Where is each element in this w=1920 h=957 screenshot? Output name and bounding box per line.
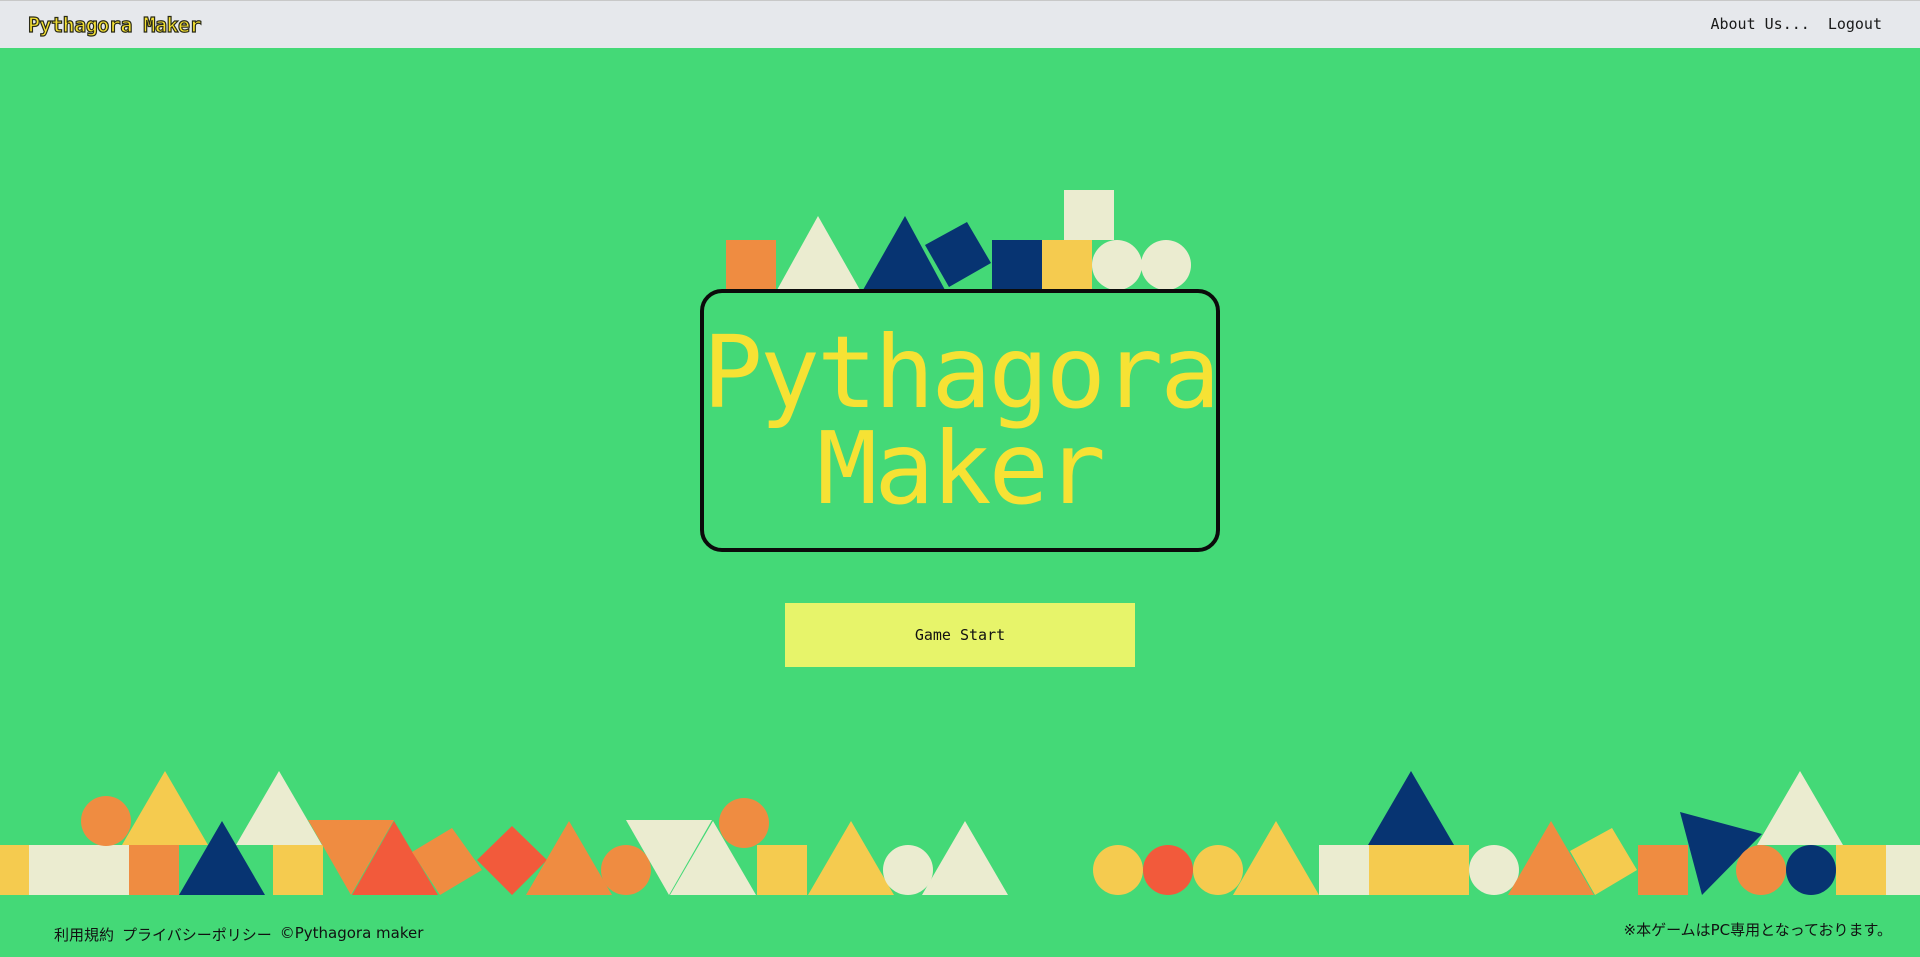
game-title-line2: Maker	[816, 409, 1106, 527]
cream-square	[1886, 845, 1920, 895]
red-diamond	[477, 826, 547, 895]
navy-triangle	[1368, 771, 1454, 845]
orange-triangle	[1508, 821, 1594, 895]
navy-tilted-square	[925, 222, 991, 287]
pc-only-notice: ※本ゲームはPC専用となっております。	[1623, 921, 1893, 939]
title-blocks	[726, 190, 1191, 290]
cream-square	[1319, 845, 1369, 895]
navy-square	[992, 240, 1042, 290]
logout-link[interactable]: Logout	[1828, 15, 1882, 33]
yellow-square	[0, 845, 29, 895]
orange-circle	[601, 845, 651, 895]
cream-triangle	[777, 216, 860, 290]
top-nav: About Us... Logout	[1710, 15, 1882, 33]
cream-triangle	[922, 821, 1008, 895]
yellow-triangle	[1233, 821, 1319, 895]
cream-triangle	[670, 821, 756, 895]
orange-square	[1638, 845, 1688, 895]
orange-circle	[719, 798, 769, 848]
navy-tilted-triangle	[1680, 812, 1762, 895]
cream-square	[79, 845, 129, 895]
cream-circle	[883, 845, 933, 895]
red-triangle	[352, 821, 438, 895]
ground-blocks-right	[1093, 771, 1920, 895]
cream-circle	[1092, 240, 1142, 290]
yellow-tilted-square	[1570, 828, 1637, 895]
navy-triangle	[863, 216, 945, 290]
cream-triangle	[1757, 771, 1843, 845]
cream-triangle	[236, 771, 322, 845]
yellow-square	[273, 845, 323, 895]
top-bar: Pythagora Maker About Us... Logout	[0, 0, 1920, 48]
orange-tilted-square	[412, 828, 482, 895]
orange-circle	[1736, 845, 1786, 895]
cream-inverted-triangle	[626, 820, 712, 895]
orange-inverted-triangle	[308, 820, 394, 895]
about-us-link[interactable]: About Us...	[1710, 15, 1809, 33]
yellow-square	[1369, 845, 1419, 895]
navy-circle	[1786, 845, 1836, 895]
game-start-button[interactable]: Game Start	[785, 603, 1135, 667]
yellow-square	[1836, 845, 1886, 895]
yellow-triangle	[122, 771, 208, 845]
orange-square	[129, 845, 179, 895]
copyright-text: ©Pythagora maker	[279, 924, 424, 942]
cream-square	[29, 845, 79, 895]
cream-square	[1064, 190, 1114, 240]
privacy-policy-link[interactable]: プライバシーポリシー	[122, 924, 272, 945]
orange-circle	[81, 796, 131, 846]
yellow-circle	[1193, 845, 1243, 895]
cream-circle	[1469, 845, 1519, 895]
navy-triangle	[179, 821, 265, 895]
ground-blocks-left	[0, 771, 1008, 895]
footer-links: 利用規約 プライバシーポリシー ©Pythagora maker	[54, 924, 423, 945]
red-circle	[1143, 845, 1193, 895]
cream-circle	[1141, 240, 1191, 290]
game-title-line1: Pythagora	[702, 313, 1221, 431]
orange-square	[726, 240, 776, 290]
brand-logo[interactable]: Pythagora Maker	[27, 12, 202, 37]
orange-triangle	[526, 821, 612, 895]
yellow-triangle	[808, 821, 894, 895]
yellow-square	[1419, 845, 1469, 895]
game-title-box: Pythagora Maker	[700, 289, 1220, 552]
yellow-square	[757, 845, 807, 895]
terms-link[interactable]: 利用規約	[54, 924, 114, 945]
yellow-square	[1042, 240, 1092, 290]
yellow-circle	[1093, 845, 1143, 895]
